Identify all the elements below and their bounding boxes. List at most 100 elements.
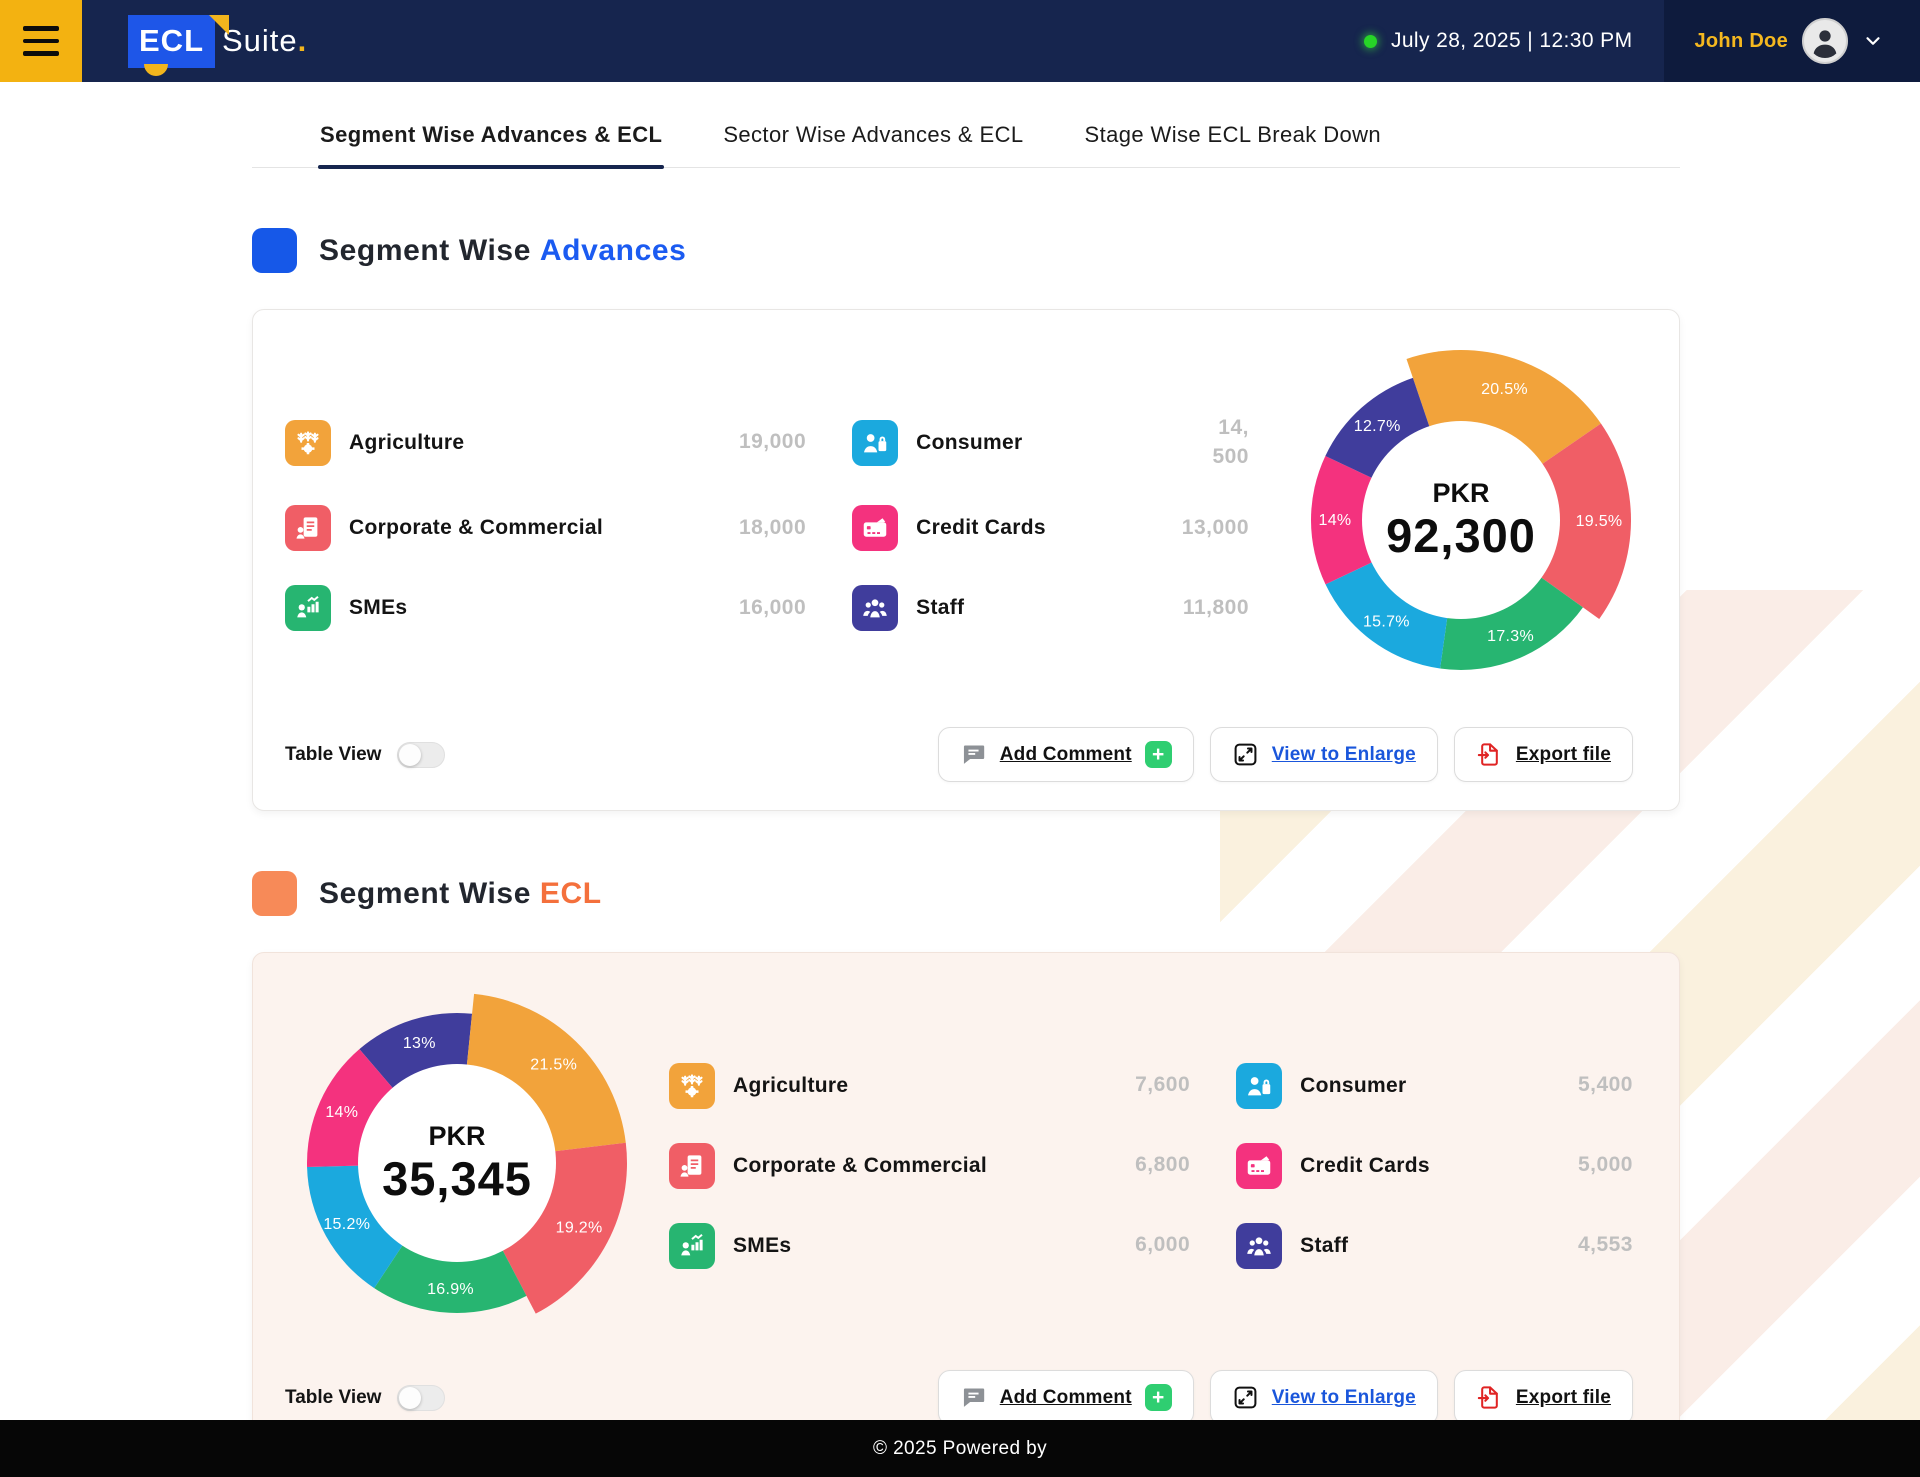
- legend-value: 7,600: [1072, 1071, 1190, 1099]
- legend-item: Consumer 14, 500: [852, 414, 1249, 471]
- export-file-button[interactable]: Export file: [1454, 1370, 1633, 1425]
- legend-label: SMEs: [349, 596, 670, 620]
- donut-currency-label: PKR: [1432, 478, 1489, 508]
- legend-item: Agriculture19,000: [285, 414, 806, 471]
- donut-pct-label: 21.5%: [530, 1057, 577, 1074]
- donut-total-value: 35,345: [382, 1152, 532, 1205]
- plus-icon: +: [1145, 1384, 1172, 1411]
- legend-label: Corporate & Commercial: [349, 516, 670, 540]
- donut-pct-label: 19.2%: [556, 1219, 603, 1236]
- logo-corner-triangle: [209, 15, 229, 35]
- user-menu[interactable]: John Doe: [1664, 0, 1920, 82]
- chevron-down-icon: [1862, 30, 1884, 52]
- comment-icon: [960, 741, 987, 768]
- staff-icon: [1236, 1223, 1282, 1269]
- ecl-card: Agriculture 7,600 Corporate & Commercial6,…: [252, 952, 1680, 1454]
- ecl-donut-chart: 13%21.5%19.2%16.9%15.2%14%PKR35,345: [285, 991, 629, 1335]
- legend-item: Credit Cards5,000: [1236, 1143, 1633, 1189]
- tab-bar: Segment Wise Advances & ECL Sector Wise A…: [252, 116, 1680, 168]
- menu-button[interactable]: [0, 0, 82, 82]
- navbar-datetime-group: July 28, 2025 | 12:30 PM: [1364, 0, 1665, 82]
- datetime-label: July 28, 2025 | 12:30 PM: [1391, 29, 1633, 53]
- agriculture-icon: [285, 420, 331, 466]
- corporate-icon: [669, 1143, 715, 1189]
- legend-item: Consumer 5,400: [1236, 1063, 1633, 1109]
- add-comment-button[interactable]: Add Comment+: [938, 727, 1194, 782]
- section-advances: Segment Wise Advances Agriculture19,000 Co…: [252, 228, 1680, 811]
- donut-pct-label: 17.3%: [1487, 628, 1534, 645]
- enlarge-icon: [1232, 1384, 1259, 1411]
- app-logo: ECL Suite.: [128, 0, 307, 82]
- donut-pct-label: 14%: [1319, 512, 1352, 529]
- tab-stage-wise-ecl-break-down[interactable]: Stage Wise ECL Break Down: [1083, 116, 1384, 167]
- table-view-label: Table View: [285, 744, 381, 766]
- table-view-label: Table View: [285, 1387, 381, 1409]
- donut-pct-label: 14%: [325, 1104, 358, 1121]
- legend-value: 5,400: [1515, 1071, 1633, 1099]
- legend-value: 14, 500: [1131, 414, 1249, 471]
- legend-item: Corporate & Commercial6,800: [669, 1143, 1190, 1189]
- section-title: Segment Wise ECL: [319, 877, 602, 911]
- legend-value: 18,000: [688, 514, 806, 542]
- export-file-button[interactable]: Export file: [1454, 727, 1633, 782]
- advances-card: Agriculture19,000 Corporate & Commercial 1…: [252, 309, 1680, 811]
- advances-donut-chart: 20.5% 19.5% 17.3% 15.7% 14% 12.7% PKR92,300: [1289, 348, 1633, 692]
- person-icon: [1805, 21, 1845, 61]
- logo-suite-text: Suite.: [222, 23, 307, 59]
- table-view-toggle[interactable]: [397, 742, 445, 768]
- add-comment-button[interactable]: Add Comment+: [938, 1370, 1194, 1425]
- smes-icon: [669, 1223, 715, 1269]
- donut-pct-label: 19.5%: [1576, 513, 1623, 530]
- legend-item: Staff4,553: [1236, 1223, 1633, 1269]
- legend-label: Consumer: [916, 431, 1113, 455]
- legend-item: Staff 11,800: [852, 585, 1249, 631]
- legend-value: 11,800: [1131, 594, 1249, 622]
- smes-icon: [285, 585, 331, 631]
- legend-label: Consumer: [1300, 1074, 1497, 1098]
- footer-text: © 2025 Powered by: [873, 1438, 1047, 1460]
- consumer-icon: [1236, 1063, 1282, 1109]
- agriculture-icon: [669, 1063, 715, 1109]
- export-file-icon: [1476, 741, 1503, 768]
- donut-pct-label: 15.7%: [1363, 614, 1410, 631]
- legend-label: Credit Cards: [916, 516, 1113, 540]
- legend-item: Corporate & Commercial 18,000: [285, 505, 806, 551]
- staff-icon: [852, 585, 898, 631]
- comment-icon: [960, 1384, 987, 1411]
- logo-notch: [144, 64, 168, 76]
- donut-pct-label: 20.5%: [1481, 381, 1528, 398]
- footer: © 2025 Powered by: [0, 1420, 1920, 1477]
- donut-pct-label: 16.9%: [427, 1281, 474, 1298]
- section-header: Segment Wise Advances: [252, 228, 1680, 273]
- view-to-enlarge-button[interactable]: View to Enlarge: [1210, 727, 1438, 782]
- legend-item: SMEs6,000: [669, 1223, 1190, 1269]
- legend: Agriculture19,000 Corporate & Commercial 1…: [285, 414, 1249, 631]
- sections-container: Segment Wise AdvancesAgriculture19,000Co…: [252, 228, 1680, 1454]
- donut-pct-label: 15.2%: [323, 1216, 370, 1233]
- donut-pct-label: 12.7%: [1354, 418, 1401, 435]
- legend-label: Corporate & Commercial: [733, 1154, 1054, 1178]
- corporate-icon: [285, 505, 331, 551]
- legend-value: 16,000: [688, 594, 806, 622]
- plus-icon: +: [1145, 741, 1172, 768]
- legend-item: SMEs 16,000: [285, 585, 806, 631]
- legend-value: 19,000: [688, 428, 806, 456]
- status-online-dot: [1364, 35, 1377, 48]
- section-header: Segment Wise ECL: [252, 871, 1680, 916]
- card-footer: Table View Add Comment+ View to Enlarge Exp…: [285, 1370, 1633, 1425]
- legend-label: Agriculture: [733, 1074, 1054, 1098]
- legend-item: Agriculture 7,600: [669, 1063, 1190, 1109]
- section-color-chip: [252, 871, 297, 916]
- legend-value: 4,553: [1515, 1231, 1633, 1259]
- avatar: [1802, 18, 1848, 64]
- donut-total-value: 92,300: [1386, 509, 1536, 562]
- tab-sector-wise-advances-ecl[interactable]: Sector Wise Advances & ECL: [721, 116, 1025, 167]
- logo-ecl-text: ECL: [139, 23, 204, 58]
- navbar: ECL Suite. July 28, 2025 | 12:30 PM John…: [0, 0, 1920, 82]
- legend-label: Staff: [916, 596, 1113, 620]
- view-to-enlarge-button[interactable]: View to Enlarge: [1210, 1370, 1438, 1425]
- section-color-chip: [252, 228, 297, 273]
- table-view-toggle[interactable]: [397, 1385, 445, 1411]
- tab-segment-wise-advances-ecl[interactable]: Segment Wise Advances & ECL: [318, 116, 664, 167]
- credit-cards-icon: [852, 505, 898, 551]
